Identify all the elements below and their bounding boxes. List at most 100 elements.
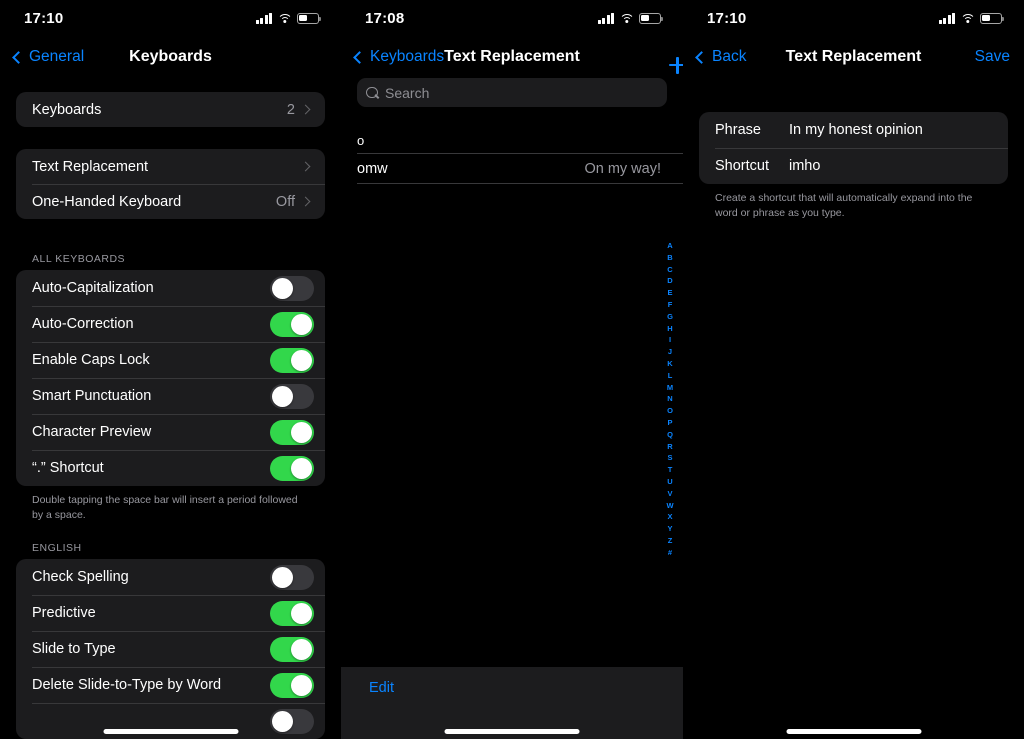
index-letter[interactable]: O xyxy=(667,405,673,417)
index-letter[interactable]: J xyxy=(668,346,672,358)
panel-text-replacement-edit: 17:10 Back Text Replacement Save Phrase … xyxy=(683,0,1024,739)
index-letter[interactable]: C xyxy=(667,264,672,276)
row-slide-to-type[interactable]: Slide to Type xyxy=(16,631,325,667)
index-letter[interactable]: W xyxy=(666,500,673,512)
index-letter[interactable]: N xyxy=(667,393,672,405)
group-keyboards: Keyboards 2 xyxy=(16,92,325,127)
wifi-icon xyxy=(619,13,634,24)
toggle-auto-capitalization[interactable] xyxy=(270,275,314,301)
index-letter[interactable]: X xyxy=(667,511,672,523)
back-button-keyboards[interactable]: Keyboards xyxy=(353,48,444,66)
toggle-auto-correction[interactable] xyxy=(270,311,314,337)
status-indicators xyxy=(255,12,321,24)
save-button[interactable]: Save xyxy=(975,48,1010,66)
back-button[interactable]: Back xyxy=(695,48,747,66)
index-letter[interactable]: B xyxy=(667,252,672,264)
row-label: Smart Punctuation xyxy=(32,388,152,404)
index-letter[interactable]: A xyxy=(667,240,672,252)
battery-icon xyxy=(639,12,663,24)
index-letter[interactable]: V xyxy=(667,488,672,500)
back-button-label: General xyxy=(29,48,85,65)
toggle-predictive[interactable] xyxy=(270,600,314,626)
toggle-partial-cutoff[interactable] xyxy=(270,708,314,734)
home-indicator xyxy=(444,729,580,734)
index-letter[interactable]: F xyxy=(668,299,673,311)
row-label: Predictive xyxy=(32,605,96,622)
row-label: Delete Slide-to-Type by Word xyxy=(32,677,222,694)
search-placeholder: Search xyxy=(385,84,430,101)
edit-form-content: Phrase In my honest opinion Shortcut imh… xyxy=(683,78,1024,220)
row-character-preview[interactable]: Character Preview xyxy=(16,414,325,450)
chevron-left-icon xyxy=(12,50,25,64)
row-check-spelling[interactable]: Check Spelling xyxy=(16,559,325,595)
wifi-icon xyxy=(960,13,975,24)
index-letter[interactable]: R xyxy=(667,441,672,453)
index-letter[interactable]: Q xyxy=(667,429,673,441)
toggle-character-preview[interactable] xyxy=(270,419,314,445)
index-letter[interactable]: Z xyxy=(668,535,673,547)
status-time: 17:08 xyxy=(365,9,405,27)
home-indicator xyxy=(103,729,238,734)
row-enable-caps-lock[interactable]: Enable Caps Lock xyxy=(16,342,325,378)
section-header-english: ENGLISH xyxy=(32,542,82,555)
toggle-period-shortcut[interactable] xyxy=(270,455,314,481)
list-item[interactable]: omw On my way! xyxy=(341,153,683,184)
edit-button[interactable]: Edit xyxy=(369,680,394,696)
section-header-all-keyboards: ALL KEYBOARDS xyxy=(32,253,126,265)
status-time: 17:10 xyxy=(707,9,747,27)
row-label: One-Handed Keyboard xyxy=(32,193,182,210)
row-value: Off xyxy=(275,193,295,210)
phrase-field[interactable]: In my honest opinion xyxy=(789,122,992,138)
row-label: Keyboards xyxy=(32,101,102,118)
index-letter[interactable]: G xyxy=(667,311,673,323)
group-replacement-options: Text Replacement One-Handed Keyboard Off xyxy=(16,149,325,219)
row-period-shortcut[interactable]: “.” Shortcut xyxy=(16,450,325,486)
row-predictive[interactable]: Predictive xyxy=(16,595,325,631)
index-letter[interactable]: P xyxy=(667,417,672,429)
row-phrase[interactable]: Phrase In my honest opinion xyxy=(699,112,1008,148)
replacement-phrase: On my way! xyxy=(584,160,661,177)
shortcut-field[interactable]: imho xyxy=(789,158,992,174)
index-letter[interactable]: E xyxy=(667,287,672,299)
index-letter[interactable]: L xyxy=(668,370,673,382)
toggle-enable-caps-lock[interactable] xyxy=(270,347,314,373)
row-delete-slide-to-type-by-word[interactable]: Delete Slide-to-Type by Word xyxy=(16,667,325,703)
row-auto-correction[interactable]: Auto-Correction xyxy=(16,306,325,342)
row-label: Auto-Correction xyxy=(32,316,134,332)
alphabet-index-bar[interactable]: A B C D E F G H I J K L M N O P Q R S T … xyxy=(660,240,680,559)
toggle-delete-slide-to-type-by-word[interactable] xyxy=(270,672,314,698)
index-letter[interactable]: # xyxy=(668,547,672,559)
index-letter[interactable]: S xyxy=(667,452,672,464)
index-letter[interactable]: H xyxy=(667,323,672,335)
back-button-label: Back xyxy=(712,48,747,65)
index-letter[interactable]: D xyxy=(667,275,672,287)
toggle-slide-to-type[interactable] xyxy=(270,636,314,662)
screenshot-stage: 17:10 General Keyboards Keyboards 2 Text… xyxy=(0,0,1024,739)
toggle-smart-punctuation[interactable] xyxy=(270,383,314,409)
index-letter[interactable]: T xyxy=(668,464,673,476)
back-button-general[interactable]: General xyxy=(12,48,85,66)
row-value: 2 xyxy=(286,101,295,118)
group-all-keyboards: Auto-Capitalization Auto-Correction Enab… xyxy=(16,270,325,486)
row-text-replacement[interactable]: Text Replacement xyxy=(16,149,325,184)
search-field[interactable]: Search xyxy=(357,78,667,107)
index-letter[interactable]: K xyxy=(667,358,672,370)
row-one-handed-keyboard[interactable]: One-Handed Keyboard Off xyxy=(16,184,325,219)
home-indicator xyxy=(786,729,921,734)
index-letter[interactable]: M xyxy=(667,382,673,394)
status-bar: 17:08 xyxy=(341,0,683,36)
shortcut-label: Shortcut xyxy=(715,158,769,174)
index-letter[interactable]: Y xyxy=(667,523,672,535)
settings-content: Keyboards 2 Text Replacement One-Handed … xyxy=(0,78,341,739)
chevron-right-icon xyxy=(300,196,311,207)
row-keyboards[interactable]: Keyboards 2 xyxy=(16,92,325,127)
list-section-header: o xyxy=(357,133,365,148)
index-letter[interactable]: U xyxy=(667,476,672,488)
row-shortcut[interactable]: Shortcut imho xyxy=(699,148,1008,184)
index-letter[interactable]: I xyxy=(669,334,671,346)
toggle-check-spelling[interactable] xyxy=(270,564,314,590)
row-auto-capitalization[interactable]: Auto-Capitalization xyxy=(16,270,325,306)
replacement-list: o omw On my way! xyxy=(341,133,683,184)
row-smart-punctuation[interactable]: Smart Punctuation xyxy=(16,378,325,414)
navigation-bar: Keyboards Text Replacement xyxy=(341,36,683,78)
